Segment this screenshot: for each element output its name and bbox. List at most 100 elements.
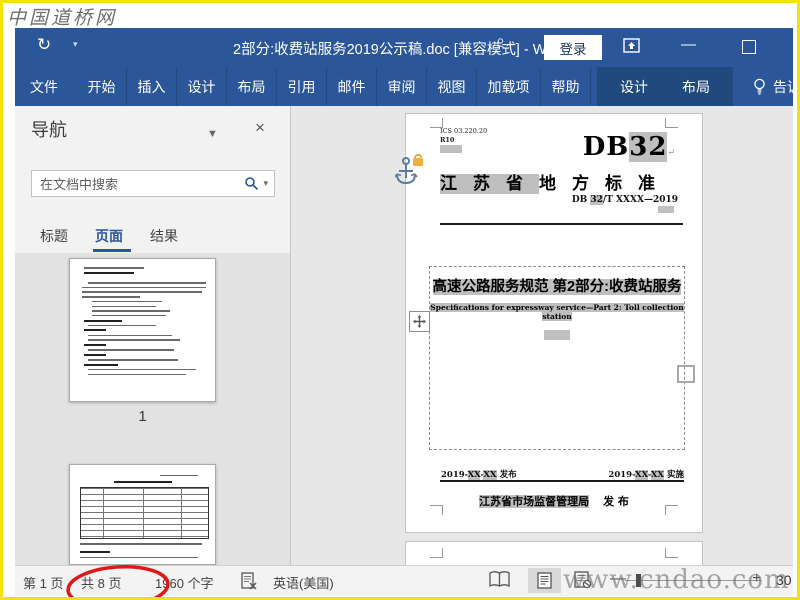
document-page-2[interactable] bbox=[405, 541, 703, 566]
tab-layout[interactable]: 布局 bbox=[227, 67, 277, 106]
doc-title-cn: 高速公路服务规范 第2部分:收费站服务 bbox=[432, 279, 682, 295]
search-options-dropdown-icon[interactable]: ▾ bbox=[259, 178, 274, 189]
horizontal-rule bbox=[440, 480, 684, 482]
navigation-tabs: 标题 页面 结果 bbox=[15, 218, 290, 254]
navigation-pane-close-icon[interactable]: × bbox=[255, 118, 265, 138]
word-count[interactable]: 1960 个字 bbox=[155, 573, 214, 592]
tell-me-button[interactable]: 告诉我 bbox=[747, 67, 800, 106]
zoom-slider-handle[interactable] bbox=[636, 574, 641, 587]
thumbnail-text-line bbox=[88, 334, 172, 337]
page-count[interactable]: 共 8 页 bbox=[81, 573, 121, 592]
window-title: 2部分:收费站服务2019公示稿.doc [兼容模式] - Word bbox=[233, 42, 568, 58]
zoom-in-button[interactable]: + bbox=[752, 570, 761, 588]
read-mode-icon[interactable] bbox=[489, 571, 510, 588]
thumbnail-text-line bbox=[92, 310, 170, 312]
horizontal-rule bbox=[440, 223, 683, 225]
page-thumbnails-list: 1 bbox=[15, 253, 290, 565]
print-layout-icon[interactable] bbox=[528, 568, 561, 593]
search-placeholder: 在文档中搜索 bbox=[40, 177, 119, 192]
frame-resize-handle[interactable] bbox=[677, 365, 695, 383]
page-thumbnail-1[interactable] bbox=[69, 258, 216, 402]
document-search-box[interactable]: 在文档中搜索 ▾ bbox=[31, 170, 275, 197]
standard-name-line: 江苏省地方标准 bbox=[440, 174, 671, 194]
proofing-error-icon[interactable] bbox=[241, 572, 258, 590]
standard-number-line: DB 32/T XXXX—2019 bbox=[571, 195, 678, 205]
crop-mark bbox=[665, 548, 678, 558]
tab-home[interactable]: 开始 bbox=[77, 67, 127, 106]
lock-icon bbox=[413, 153, 423, 166]
undo-icon[interactable]: ↻ bbox=[37, 35, 51, 55]
tab-ctx-layout[interactable]: 布局 bbox=[665, 67, 727, 106]
account-hint-text: .. bbox=[506, 38, 512, 49]
thumbnail-text-line bbox=[82, 286, 206, 289]
move-cross-icon bbox=[413, 315, 426, 328]
object-anchor-icon bbox=[395, 152, 425, 188]
thumbnail-text-line bbox=[88, 368, 196, 371]
document-page-1[interactable]: ICS 03.220.20 R10 DB32↵ 江苏省地方标准 DB 32/T … bbox=[395, 113, 703, 533]
tab-ctx-design[interactable]: 设计 bbox=[603, 67, 665, 106]
navigation-pane: 导航 ▼ × 在文档中搜索 ▾ 标题 页面 结果 1 bbox=[15, 106, 291, 565]
navigation-pane-title: 导航 bbox=[31, 120, 67, 140]
thumbnail-text-line bbox=[84, 267, 144, 269]
date-row: 2019-XX-XX 发布 2019-XX-XX 实施 bbox=[441, 468, 684, 480]
language-indicator[interactable]: 英语(美国) bbox=[273, 573, 334, 592]
lightbulb-icon bbox=[754, 78, 765, 95]
doc-class-code: R10 bbox=[440, 136, 455, 144]
thumbnail-text-line bbox=[92, 300, 162, 303]
implement-date: 2019-XX-XX 实施 bbox=[608, 470, 684, 480]
zoom-slider-track[interactable] bbox=[625, 580, 761, 581]
thumbnail-text-line bbox=[92, 314, 166, 317]
sign-in-button[interactable]: 登录 bbox=[544, 35, 602, 60]
tab-file[interactable]: 文件 bbox=[15, 67, 73, 106]
zoom-out-button[interactable]: — bbox=[610, 570, 626, 588]
thumbnail-text-line bbox=[82, 296, 140, 298]
tab-view[interactable]: 视图 bbox=[427, 67, 477, 106]
tell-me-label: 告诉我 bbox=[773, 78, 800, 95]
thumbnail-text-line bbox=[88, 373, 186, 376]
placeholder-field bbox=[658, 206, 674, 213]
doc-title-en: Specifications for expressway service—Pa… bbox=[430, 303, 684, 321]
screenshot-frame: 中国道桥网 ↻ ▾ 2部分:收费站服务2019公示稿.doc [兼容模式] - … bbox=[0, 0, 800, 600]
contextual-tab-group: 设计 布局 bbox=[597, 67, 733, 106]
thumbnail-text-line bbox=[88, 339, 180, 341]
title-bar: ↻ ▾ 2部分:收费站服务2019公示稿.doc [兼容模式] - Word .… bbox=[15, 28, 793, 67]
tab-insert[interactable]: 插入 bbox=[127, 67, 177, 106]
issue-date: 2019-XX-XX 发布 bbox=[441, 470, 517, 480]
thumbnail-text-line bbox=[92, 305, 156, 307]
ribbon-display-options-icon[interactable] bbox=[623, 38, 640, 53]
thumbnail-text-line bbox=[84, 319, 122, 322]
tab-review[interactable]: 审阅 bbox=[377, 67, 427, 106]
tab-help[interactable]: 帮助 bbox=[541, 67, 591, 106]
thumbnail-text-line bbox=[84, 363, 118, 366]
quick-access-dropdown-icon[interactable]: ▾ bbox=[73, 39, 78, 50]
thumbnail-table-graphic bbox=[80, 487, 209, 539]
tab-design[interactable]: 设计 bbox=[177, 67, 227, 106]
thumbnail-text-line bbox=[84, 344, 106, 346]
minimize-button[interactable]: — bbox=[681, 36, 696, 53]
zoom-percentage[interactable]: 30 bbox=[776, 572, 792, 588]
crop-mark bbox=[665, 118, 678, 128]
maximize-button[interactable] bbox=[742, 40, 756, 54]
title-text-frame[interactable]: 高速公路服务规范 第2部分:收费站服务 Specifications for e… bbox=[429, 266, 685, 450]
crop-mark bbox=[665, 505, 678, 515]
crop-mark bbox=[430, 548, 443, 558]
standard-big-code: DB32↵ bbox=[582, 132, 676, 162]
nav-tab-results[interactable]: 结果 bbox=[150, 226, 178, 246]
page-indicator[interactable]: 第 1 页 bbox=[23, 573, 63, 592]
person-mini-icon bbox=[496, 38, 505, 49]
search-icon[interactable] bbox=[244, 176, 259, 191]
tab-references[interactable]: 引用 bbox=[277, 67, 327, 106]
page-thumbnail-2[interactable] bbox=[69, 464, 216, 565]
web-layout-icon[interactable] bbox=[574, 571, 592, 588]
nav-tab-headings[interactable]: 标题 bbox=[40, 226, 68, 246]
ribbon-tab-row: 文件 开始 插入 设计 布局 引用 邮件 审阅 视图 加载项 帮助 设计 布局 … bbox=[15, 67, 797, 106]
frame-move-handle[interactable] bbox=[409, 311, 430, 332]
page-thumbnail-1-label: 1 bbox=[138, 408, 147, 425]
crop-mark bbox=[430, 505, 443, 515]
nav-tab-pages[interactable]: 页面 bbox=[95, 226, 123, 246]
thumbnail-text-line bbox=[84, 353, 106, 356]
document-area[interactable]: ICS 03.220.20 R10 DB32↵ 江苏省地方标准 DB 32/T … bbox=[291, 106, 793, 566]
navigation-pane-menu-icon[interactable]: ▼ bbox=[207, 128, 218, 140]
tab-mailings[interactable]: 邮件 bbox=[327, 67, 377, 106]
tab-addins[interactable]: 加载项 bbox=[477, 67, 541, 106]
